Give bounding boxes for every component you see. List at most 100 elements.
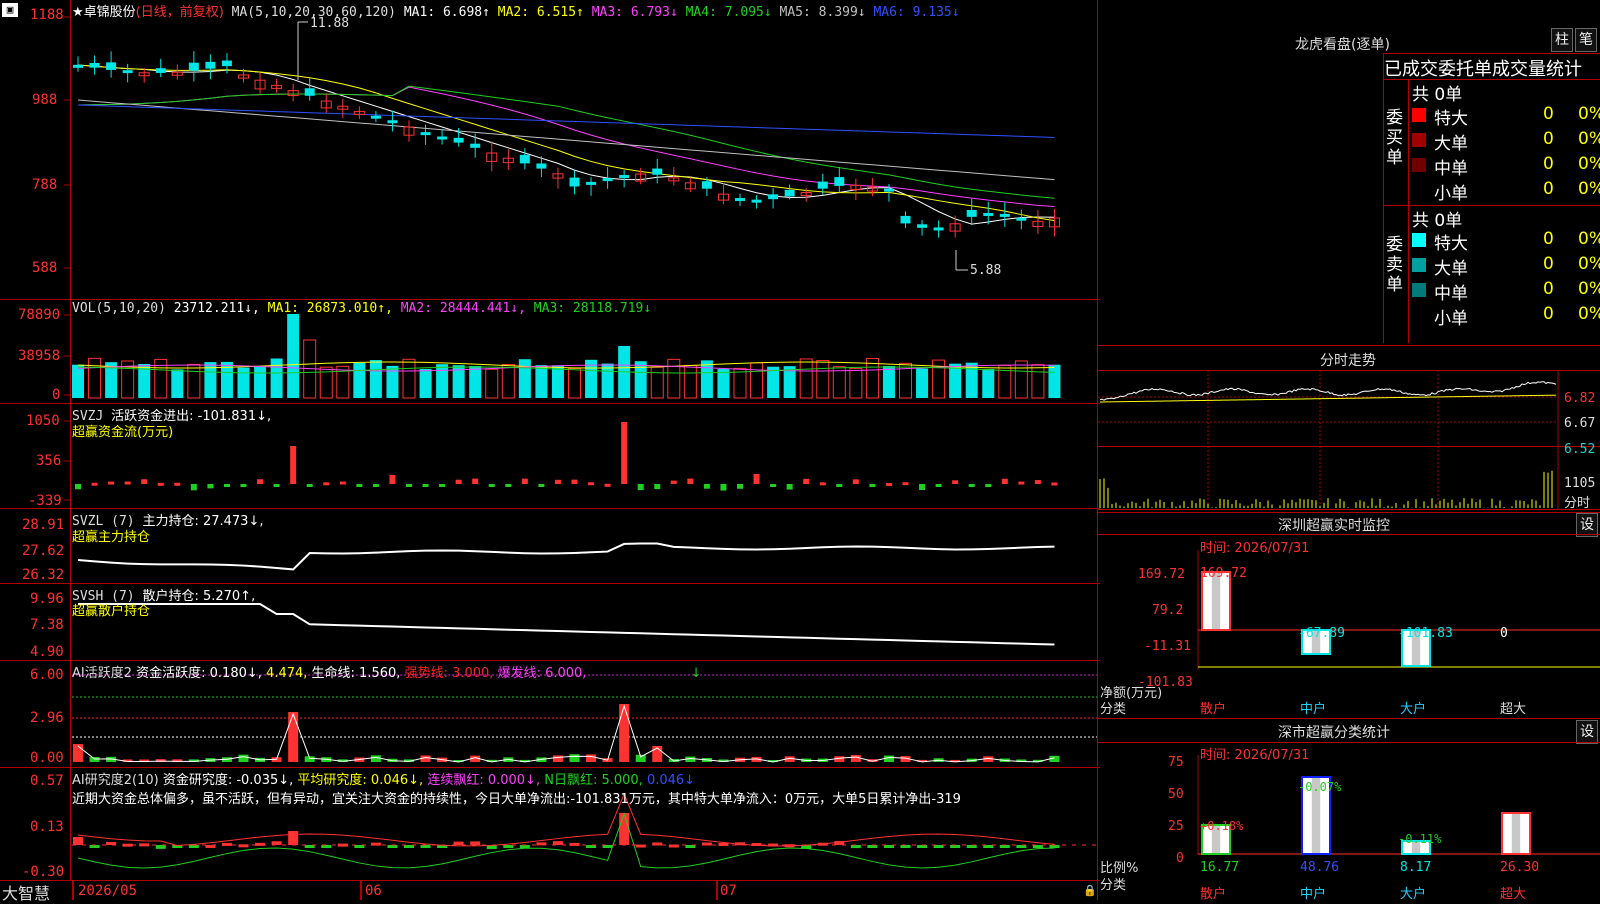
svzj-bar [207,484,214,489]
svsh-polyline [78,603,1055,646]
order-type: 特大 [1434,234,1468,254]
svzl-line [77,542,1055,571]
order-color-swatch [1412,308,1426,322]
svzj-bar [588,482,595,486]
monitor-value: 0 [1500,626,1508,641]
svzl-subtitle: 超赢主力持仓 [72,530,151,545]
class-value: 26.30 [1500,860,1540,875]
order-count: 0 [1543,304,1554,324]
lock-icon[interactable]: 🔒 [1083,884,1097,897]
menu-icon[interactable]: ▣ [2,3,18,17]
tick-view-button[interactable]: 笔 [1575,28,1597,52]
svzj-bar [240,484,247,487]
order-count: 0 [1543,154,1554,174]
high-marker: 11.88 [297,16,349,80]
svzj-bar [141,479,148,484]
vol-axis-label: 78890 [18,307,61,323]
vol-header: VOL(5,10,20) 23712.211↓, MA1: 26873.010↑… [72,301,651,316]
svzj-bar [968,484,975,487]
svzj-bar [836,484,843,487]
date-label: 2026/05 [78,883,138,899]
date-tick [360,880,362,900]
order-percent: 0% [1578,279,1600,299]
order-count: 0 [1543,279,1554,299]
order-type: 特大 [1434,109,1468,129]
ai1-burst: 爆发线: 6.000, [497,666,587,681]
candle-down [917,224,928,228]
volume-bar [254,366,267,398]
intraday-chart[interactable] [1098,370,1600,510]
period-label[interactable]: (日线，前复权) [136,5,224,20]
svzl-value: 主力持仓: 27.473↓, [142,514,264,529]
order-percent: 0% [1578,304,1600,324]
svzj-bar [737,484,743,489]
dragon-title: 龙虎看盘(逐单) [1295,37,1390,53]
svzj-bar [952,480,959,484]
ai-activity-bar [238,754,249,762]
stock-name[interactable]: ★卓锦股份 [72,5,136,20]
svzj-axis-label: -339 [28,493,62,509]
class-axis-label: 25 [1168,819,1184,834]
svzj-bar [803,478,810,484]
svzj-bar [157,482,164,486]
ai-research-bar [155,845,166,849]
axis-ticks [64,16,70,501]
date-label: 07 [720,883,737,899]
svzj-bar [538,484,545,487]
ma1-value: MA1: 6.698↑ [403,5,490,20]
ai2-last: 0.046↓ [646,773,696,788]
svsh-subtitle: 超赢散户持仓 [72,604,151,619]
svzj-bar [290,446,297,484]
volume-bar [187,363,201,399]
class-settings-button[interactable]: 设 [1576,720,1598,744]
class-axis-label: 50 [1168,787,1184,802]
class-bar [1501,812,1531,855]
svzj-bar [273,484,280,487]
panel-borders [0,0,1100,900]
vol-value: 23712.211↓, [173,301,260,316]
svzj-bar [571,479,578,484]
monitor-category: 超大 [1500,702,1527,717]
ai1-arrow: ↓ [690,666,702,681]
monitor-xlabel: 分类 [1100,702,1127,717]
svzj-bar [852,479,859,484]
volume-bar [667,358,681,399]
svzj-bar [124,481,131,485]
volume-bar [402,358,416,399]
right-sidebar: 龙虎看盘(逐单) 柱 笔 已成交委托单成交量统计 委买单 委卖单 共 0单 特大… [1098,0,1600,902]
svzj-bar [505,484,512,487]
order-percent: 0% [1578,229,1600,249]
volume-bar [469,366,482,398]
class-change: -0.07% [1298,780,1342,794]
brand-logo[interactable]: 大智慧 [2,880,50,904]
svzj-bar [174,482,181,486]
volume-bar [501,364,515,399]
svzj-bar [488,484,495,487]
monitor-value: -101.83 [1398,626,1453,641]
class-value: 48.76 [1300,860,1340,875]
candle-down [983,212,994,216]
moving-average-lines [77,64,1055,225]
candle-down [221,60,232,67]
main-chart-area[interactable]: 11.88 5.88 [0,0,1100,900]
ai-activity-bar [619,704,630,762]
monitor-title: 深圳超赢实时监控 [1278,518,1390,534]
ma4-value: MA4: 7.095↓ [685,5,772,20]
volume-bar [237,367,250,398]
svzj-bars [75,422,1058,491]
buy-total: 共 0单 [1412,85,1463,105]
candle-down [122,70,133,74]
monitor-axis-label: 79.2 [1152,603,1184,618]
ai2-axis-label: 0.57 [30,773,64,789]
svzj-bar [935,484,942,487]
bar-view-button[interactable]: 柱 [1551,28,1573,52]
sell-total: 共 0单 [1412,211,1463,231]
candle-down [106,62,117,70]
ai2-axis-label: 0.13 [30,819,64,835]
ma-line [77,85,1055,199]
volume-bar [436,364,449,398]
ma5-value: MA5: 8.399↓ [779,5,866,20]
svsh-axis-label: 9.96 [30,591,64,607]
volume-bar [601,363,614,398]
ai-activity-bar [552,755,563,762]
